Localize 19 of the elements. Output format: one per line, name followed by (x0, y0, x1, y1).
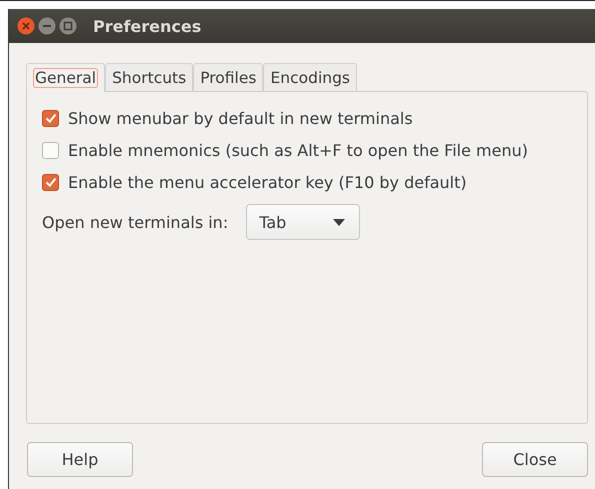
tab[interactable]: Shortcuts (105, 63, 194, 91)
tab[interactable]: Encodings (263, 63, 357, 91)
maximize-icon[interactable] (59, 17, 77, 35)
checkbox-label: Enable mnemonics (such as Alt+F to open the File menu) (68, 140, 528, 160)
tab[interactable]: Profiles (193, 63, 264, 91)
dialog-button[interactable]: Close (482, 442, 588, 477)
tab[interactable]: General (26, 63, 106, 92)
checkbox-label: Enable the menu accelerator key (F10 by default) (68, 172, 467, 192)
checkbox-label: Show menubar by default in new terminals (68, 108, 413, 128)
checkbox[interactable] (42, 110, 59, 126)
checkbox[interactable] (42, 174, 59, 190)
dropdown[interactable]: Tab (246, 204, 360, 240)
window-title: Preferences (93, 16, 202, 36)
field-label: Open new terminals in: (42, 212, 228, 232)
dialog-button[interactable]: Help (27, 442, 133, 477)
caret-icon (333, 218, 346, 226)
close-icon[interactable] (17, 17, 35, 35)
checkbox[interactable] (42, 142, 59, 158)
minimize-icon[interactable] (38, 17, 56, 35)
